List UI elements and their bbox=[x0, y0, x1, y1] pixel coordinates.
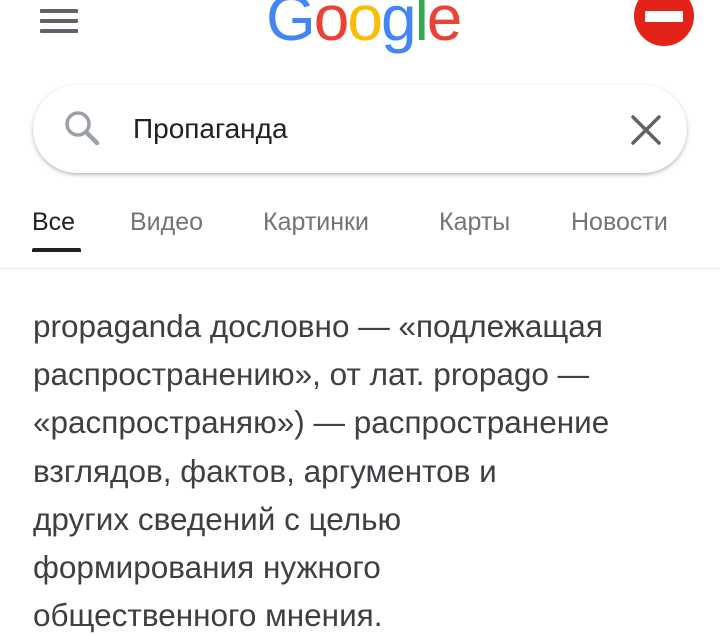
snippet-line: распространению», от лат. propago — bbox=[33, 356, 590, 393]
menu-line bbox=[40, 29, 78, 33]
close-icon[interactable] bbox=[629, 113, 663, 147]
tab-images[interactable]: Картинки bbox=[263, 208, 369, 237]
top-bar: Google bbox=[0, 0, 720, 70]
search-tabs: Все Видео Картинки Карты Новости bbox=[0, 198, 720, 269]
search-icon[interactable] bbox=[61, 107, 105, 151]
tab-all[interactable]: Все bbox=[32, 208, 75, 237]
active-tab-indicator bbox=[32, 248, 81, 252]
logo-letter: G bbox=[266, 0, 316, 54]
logo-letter: e bbox=[426, 0, 463, 54]
google-search-page: Google Все Видео Картинки Карты Новости … bbox=[0, 0, 720, 635]
google-logo[interactable]: Google bbox=[266, 0, 463, 58]
search-input[interactable] bbox=[133, 105, 603, 153]
menu-line bbox=[40, 9, 78, 13]
tab-video[interactable]: Видео bbox=[130, 208, 203, 237]
no-entry-bar bbox=[645, 11, 683, 22]
snippet-line: взглядов, фактов, аргументов и bbox=[33, 452, 497, 489]
logo-letter: g bbox=[380, 0, 417, 54]
snippet-line: формирования нужного bbox=[33, 549, 381, 586]
snippet-line: общественного мнения. bbox=[33, 597, 383, 634]
hamburger-menu-icon[interactable] bbox=[40, 3, 78, 33]
search-box bbox=[33, 85, 687, 173]
menu-line bbox=[40, 19, 78, 23]
tab-maps[interactable]: Карты bbox=[439, 208, 510, 237]
snippet-line: propaganda дословно — «подлежащая bbox=[33, 308, 603, 344]
definition-snippet: propaganda дословно — «подлежащая распро… bbox=[33, 302, 705, 635]
no-entry-avatar-icon[interactable] bbox=[634, 0, 694, 46]
logo-letter: l bbox=[414, 0, 429, 54]
snippet-line: «распространяю») — распространение bbox=[33, 404, 610, 441]
logo-letter: o bbox=[347, 0, 383, 54]
snippet-line: других сведений с целью bbox=[33, 500, 402, 537]
logo-letter: o bbox=[313, 0, 350, 54]
tab-news[interactable]: Новости bbox=[571, 208, 668, 237]
